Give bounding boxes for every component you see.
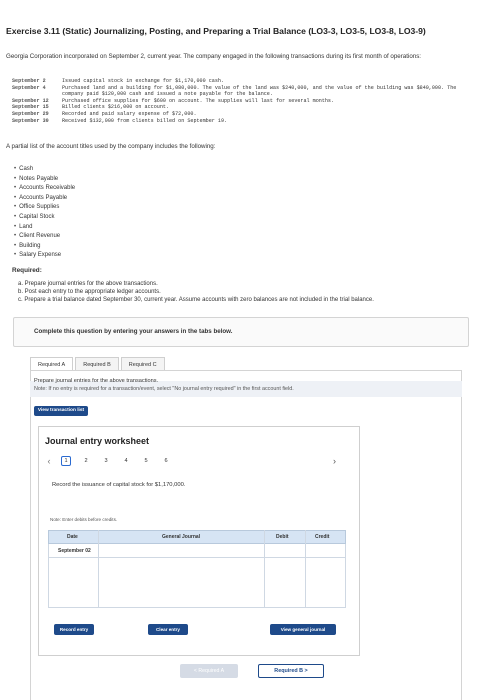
tab-required-b[interactable]: Required B — [75, 357, 119, 371]
accounts-intro: A partial list of the account titles use… — [6, 143, 216, 150]
list-item: Accounts Payable — [14, 194, 75, 204]
column-divider — [98, 530, 99, 608]
transaction-date: September 30 — [12, 117, 49, 124]
transaction-row: September 15 Billed clients $216,000 on … — [12, 104, 474, 111]
list-item: Client Revenue — [14, 232, 75, 242]
journal-table-body — [48, 558, 346, 608]
page-button-2[interactable]: 2 — [76, 458, 96, 464]
transactions-list: September 2 Issued capital stock in exch… — [12, 78, 474, 124]
transaction-date: September 2 — [12, 78, 46, 84]
chevron-left-icon[interactable]: ‹ — [42, 456, 56, 466]
prev-required-a-button: < Required A — [180, 664, 238, 678]
enter-note: Note: Enter debits before credits. — [50, 517, 118, 522]
list-item: Building — [14, 242, 75, 252]
journal-table-row — [48, 544, 346, 558]
panel-note: Note: If no entry is required for a tran… — [34, 386, 294, 392]
page-button-3[interactable]: 3 — [96, 458, 116, 464]
page-button-5[interactable]: 5 — [136, 458, 156, 464]
column-header-debit: Debit — [276, 534, 289, 540]
transaction-row: September 30 Received $132,000 from clie… — [12, 118, 474, 125]
list-item: a. Prepare journal entries for the above… — [18, 281, 158, 287]
list-item: c. Prepare a trial balance dated Septemb… — [18, 297, 374, 303]
worksheet-pager: ‹ 1 2 3 4 5 6 — [42, 456, 176, 466]
page-button-4[interactable]: 4 — [116, 458, 136, 464]
record-entry-button[interactable]: Record entry — [54, 624, 94, 635]
panel-instruction: Prepare journal entries for the above tr… — [34, 378, 159, 384]
transaction-text: Recorded and paid salary expense of $72,… — [62, 110, 197, 117]
record-instruction: Record the issuance of capital stock for… — [52, 482, 186, 488]
transaction-row: September 12 Purchased office supplies f… — [12, 98, 474, 105]
tab-required-a[interactable]: Required A — [30, 357, 74, 371]
transaction-row: September 2 Issued capital stock in exch… — [12, 78, 474, 85]
transaction-date: September 29 — [12, 110, 49, 117]
list-item: Office Supplies — [14, 203, 75, 213]
transaction-text: Purchased land and a building for $1,080… — [62, 84, 460, 98]
required-list: a. Prepare journal entries for the above… — [18, 280, 478, 304]
transaction-text: Billed clients $216,000 on account. — [62, 104, 169, 111]
row-date: September 02 — [58, 548, 91, 554]
page-button-1[interactable]: 1 — [61, 456, 71, 466]
required-heading: Required: — [12, 267, 42, 274]
exercise-title: Exercise 3.11 (Static) Journalizing, Pos… — [6, 26, 426, 36]
column-divider — [264, 530, 265, 608]
column-header-date: Date — [67, 534, 78, 540]
list-item: Salary Expense — [14, 251, 75, 261]
view-general-journal-button[interactable]: View general journal — [270, 624, 336, 635]
list-item: Capital Stock — [14, 213, 75, 223]
column-divider — [305, 530, 306, 608]
list-item: Accounts Receivable — [14, 184, 75, 194]
transaction-text: Issued capital stock in exchange for $1,… — [62, 78, 225, 84]
view-transaction-list-button[interactable]: View transaction list — [34, 406, 88, 416]
next-required-b-button[interactable]: Required B > — [258, 664, 324, 678]
transaction-text: Received $132,000 from clients billed on… — [62, 117, 228, 124]
transaction-text: Purchased office supplies for $600 on ac… — [62, 97, 335, 104]
complete-instruction: Complete this question by entering your … — [13, 317, 469, 347]
required-tabs: Required A Required B Required C — [30, 357, 165, 371]
column-header-general-journal: General Journal — [162, 534, 201, 540]
worksheet-title: Journal entry worksheet — [45, 436, 150, 446]
tab-required-c[interactable]: Required C — [120, 357, 165, 371]
accounts-list: Cash Notes Payable Accounts Receivable A… — [14, 165, 75, 261]
list-item: Land — [14, 223, 75, 233]
transaction-row: September 29 Recorded and paid salary ex… — [12, 111, 474, 118]
list-item: b. Post each entry to the appropriate le… — [18, 289, 161, 295]
page-button-6[interactable]: 6 — [156, 458, 176, 464]
column-header-credit: Credit — [315, 534, 330, 540]
chevron-right-icon[interactable]: › — [333, 456, 336, 466]
exercise-intro: Georgia Corporation incorporated on Sept… — [6, 53, 422, 60]
list-item: Notes Payable — [14, 175, 75, 185]
clear-entry-button[interactable]: Clear entry — [148, 624, 188, 635]
transaction-row: September 4 Purchased land and a buildin… — [12, 85, 474, 98]
list-item: Cash — [14, 165, 75, 175]
transaction-date: September 12 — [12, 97, 49, 104]
transaction-date: September 4 — [12, 84, 46, 91]
transaction-date: September 15 — [12, 104, 49, 111]
